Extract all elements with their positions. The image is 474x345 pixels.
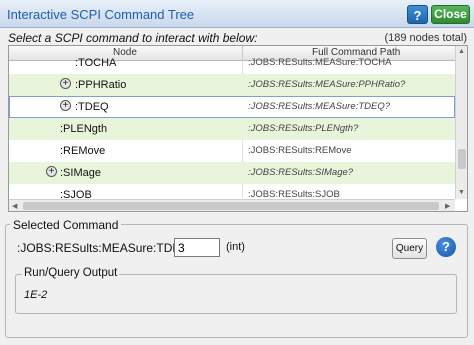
window-title: Interactive SCPI Command Tree bbox=[7, 7, 195, 22]
scroll-down-icon[interactable]: ▼ bbox=[458, 189, 465, 196]
command-path: :JOBS:RESults:REMove bbox=[248, 145, 352, 156]
command-tree-grid[interactable]: Node Full Command Path :TOCHA :JOBS:RESu… bbox=[8, 45, 468, 212]
parameter-input[interactable] bbox=[174, 238, 220, 257]
output-legend: Run/Query Output bbox=[22, 267, 120, 279]
expand-icon[interactable]: + bbox=[60, 100, 71, 111]
horizontal-scroll-thumb[interactable] bbox=[23, 202, 439, 210]
tree-row[interactable]: + :PPHRatio :JOBS:RESults:MEASure:PPHRat… bbox=[9, 74, 455, 96]
tree-row[interactable]: :REMove :JOBS:RESults:REMove bbox=[9, 140, 455, 162]
node-label: :PPHRatio bbox=[75, 79, 127, 91]
help-button[interactable]: ? bbox=[407, 5, 428, 24]
node-label: :REMove bbox=[60, 145, 106, 157]
command-path: :JOBS:RESults:MEASure:PPHRatio? bbox=[248, 79, 406, 90]
tree-row-selected[interactable]: + :TDEQ :JOBS:RESults:MEASure:TDEQ? bbox=[9, 96, 455, 118]
output-group bbox=[15, 274, 457, 314]
command-path: :JOBS:RESults:MEASure:TOCHA bbox=[248, 57, 392, 68]
node-label: :TOCHA bbox=[75, 57, 117, 69]
node-label: :SIMage bbox=[60, 167, 101, 179]
command-path: :JOBS:RESults:SIMage? bbox=[248, 167, 354, 178]
instruction-text: Select a SCPI command to interact with b… bbox=[8, 31, 258, 45]
node-label: :TDEQ bbox=[75, 101, 109, 113]
horizontal-scrollbar[interactable]: ◀ ▶ bbox=[9, 199, 455, 211]
command-path: :JOBS:RESults:MEASure:TDEQ? bbox=[248, 101, 391, 112]
tree-row[interactable]: :TOCHA :JOBS:RESults:MEASure:TOCHA bbox=[9, 52, 455, 74]
title-bar: Interactive SCPI Command Tree ? Close bbox=[0, 0, 474, 28]
scroll-up-icon[interactable]: ▲ bbox=[458, 48, 465, 55]
tree-row[interactable]: :PLENgth :JOBS:RESults:PLENgth? bbox=[9, 118, 455, 140]
vertical-scroll-thumb[interactable] bbox=[458, 149, 466, 169]
output-value: 1E-2 bbox=[24, 289, 48, 301]
close-button[interactable]: Close bbox=[431, 5, 470, 24]
node-count: (189 nodes total) bbox=[384, 32, 467, 44]
selected-command-path: :JOBS:RESults:MEASure:TDEQ? bbox=[17, 241, 197, 255]
query-button[interactable]: Query bbox=[392, 238, 427, 259]
node-label: :PLENgth bbox=[60, 123, 108, 135]
scroll-left-icon[interactable]: ◀ bbox=[12, 202, 17, 210]
tree-row[interactable]: + :SIMage :JOBS:RESults:SIMage? bbox=[9, 162, 455, 184]
parameter-type: (int) bbox=[226, 241, 245, 253]
expand-icon[interactable]: + bbox=[46, 166, 57, 177]
vertical-scrollbar[interactable]: ▲ ▼ bbox=[455, 46, 467, 199]
question-circle-icon[interactable]: ? bbox=[436, 237, 456, 257]
selected-command-legend: Selected Command bbox=[10, 218, 122, 232]
scroll-right-icon[interactable]: ▶ bbox=[445, 202, 450, 210]
command-path: :JOBS:RESults:PLENgth? bbox=[248, 123, 359, 134]
expand-icon[interactable]: + bbox=[60, 78, 71, 89]
